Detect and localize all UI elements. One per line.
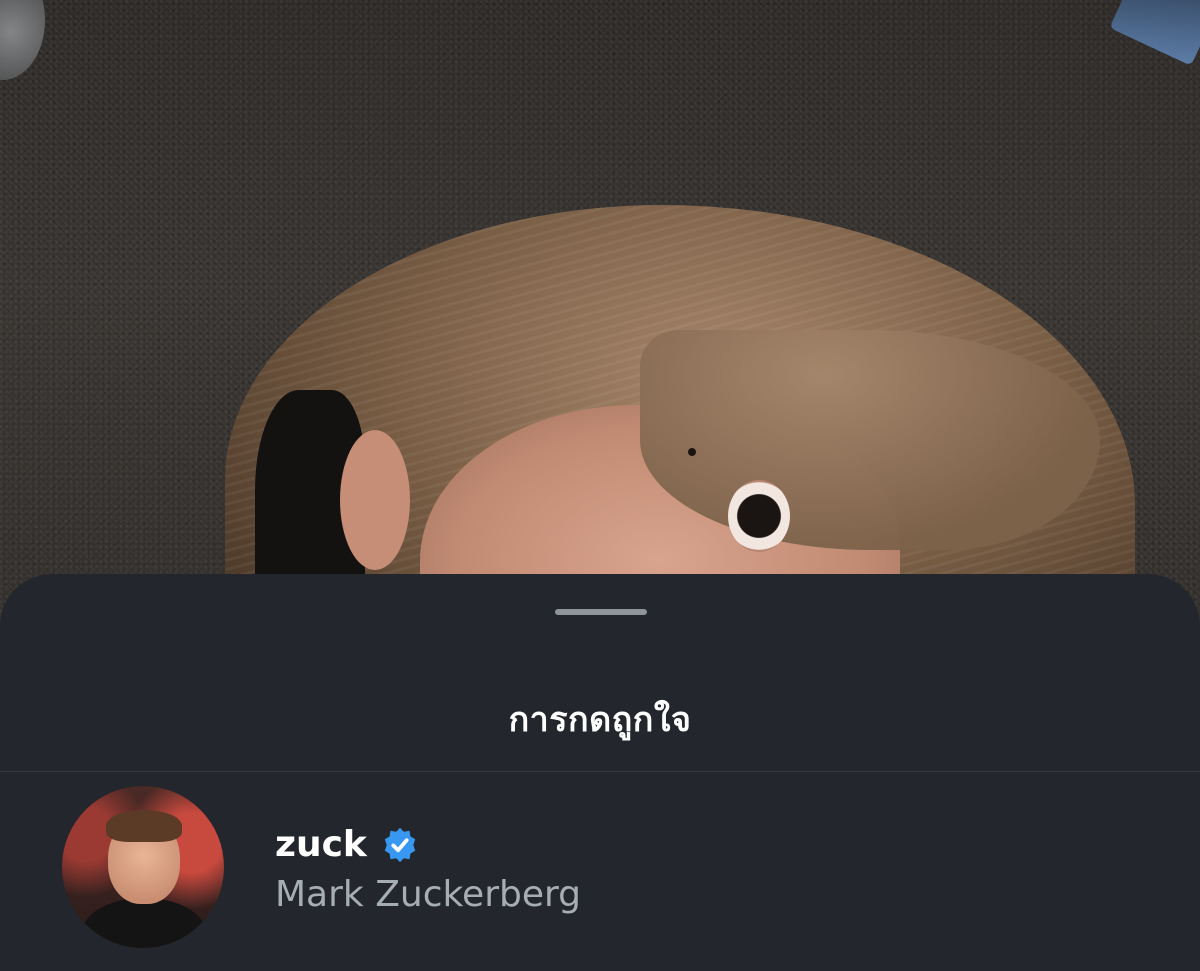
verified-badge-icon — [381, 826, 419, 864]
bangs — [640, 330, 1100, 550]
avatar[interactable] — [62, 786, 224, 948]
sheet-title: การกดถูกใจ — [508, 700, 692, 740]
username-line: zuck — [275, 824, 419, 865]
username[interactable]: zuck — [275, 824, 367, 865]
ear — [340, 430, 410, 570]
avatar-hair — [106, 810, 182, 842]
mole — [688, 448, 696, 456]
story-photo[interactable] — [0, 0, 1200, 705]
story-likes-screen: การกดถูกใจ zuck Mark Zuckerberg — [0, 0, 1200, 971]
full-name: Mark Zuckerberg — [275, 874, 582, 915]
eye — [728, 480, 790, 552]
liker-row[interactable]: zuck Mark Zuckerberg — [0, 772, 1200, 971]
drag-handle[interactable] — [555, 609, 647, 615]
likes-bottom-sheet: การกดถูกใจ zuck Mark Zuckerberg — [0, 574, 1200, 971]
